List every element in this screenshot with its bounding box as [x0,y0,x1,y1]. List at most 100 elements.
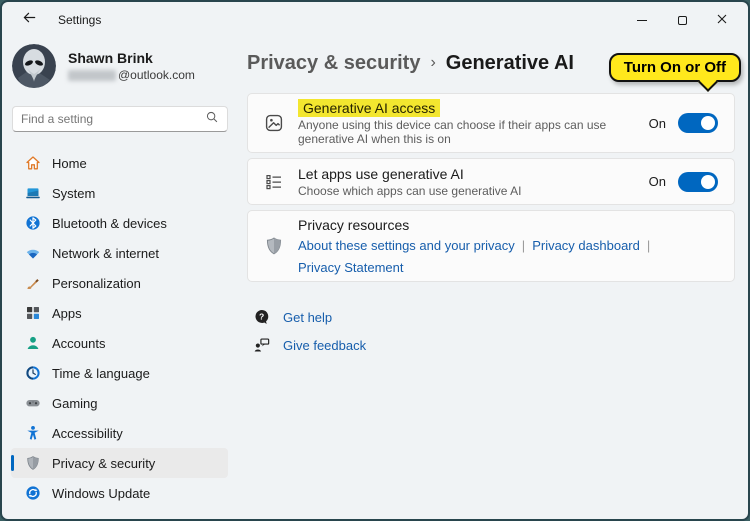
email-redacted-blur [68,70,116,81]
time-language-icon [25,365,41,381]
sidebar-item-windows-update[interactable]: Windows Update [11,478,228,508]
sidebar-nav: Home System Bluetooth & devices [2,148,242,508]
bluetooth-icon [25,215,41,231]
sidebar-item-accessibility[interactable]: Accessibility [11,418,228,448]
sidebar-item-label: Accounts [52,336,105,351]
breadcrumb-parent[interactable]: Privacy & security [247,52,420,75]
sidebar-item-label: System [52,186,95,201]
accounts-icon [25,335,41,351]
system-icon [25,185,41,201]
give-feedback-link[interactable]: Give feedback [253,336,366,354]
link-separator: | [522,238,525,253]
minimize-button[interactable] [622,5,662,35]
email-domain: @outlook.com [118,68,195,82]
maximize-icon [678,16,687,25]
sidebar-item-privacy-security[interactable]: Privacy & security [11,448,228,478]
privacy-security-icon [25,455,41,471]
setting-title: Privacy resources [298,217,718,233]
sidebar-item-apps[interactable]: Apps [11,298,228,328]
back-button[interactable] [14,8,44,32]
sidebar-item-label: Bluetooth & devices [52,216,167,231]
maximize-button[interactable] [662,5,702,35]
titlebar: Settings [2,2,748,38]
sidebar-item-system[interactable]: System [11,178,228,208]
settings-cards: Generative AI access Anyone using this d… [247,93,735,282]
sidebar-item-label: Time & language [52,366,150,381]
sidebar: Shawn Brink @outlook.com [2,38,242,519]
close-button[interactable] [702,5,742,35]
feedback-person-icon [253,336,271,354]
sidebar-item-network-internet[interactable]: Network & internet [11,238,228,268]
gaming-icon [25,395,41,411]
sidebar-item-label: Privacy & security [52,456,155,471]
window-controls [622,5,742,35]
sidebar-item-personalization[interactable]: Personalization [11,268,228,298]
search-input[interactable] [21,112,205,126]
image-sparkle-icon [264,113,284,133]
card-right: On [649,113,718,133]
profile-text: Shawn Brink @outlook.com [68,50,195,82]
privacy-resources-card: Privacy resources About these settings a… [247,210,735,282]
selected-indicator [11,455,14,471]
network-icon [25,245,41,261]
turn-on-off-callout: Turn On or Off [609,53,741,82]
let-apps-use-generative-ai-toggle[interactable] [678,172,718,192]
sidebar-item-accounts[interactable]: Accounts [11,328,228,358]
windows-update-icon [25,485,41,501]
help-bubble-icon: ? [253,308,271,326]
toggle-knob [701,116,715,130]
generative-ai-access-toggle[interactable] [678,113,718,133]
setting-title: Generative AI access [298,100,649,116]
sidebar-item-home[interactable]: Home [11,148,228,178]
close-icon [717,11,727,29]
apps-icon [25,305,41,321]
accessibility-icon [25,425,41,441]
link-separator: | [647,238,650,253]
settings-window: Settings [0,0,750,521]
sidebar-item-label: Network & internet [52,246,159,261]
card-text: Let apps use generative AI Choose which … [298,166,521,198]
search-box[interactable] [12,106,228,132]
svg-text:?: ? [259,312,264,322]
sidebar-item-gaming[interactable]: Gaming [11,388,228,418]
personalization-icon [25,275,41,291]
sidebar-item-label: Windows Update [52,486,150,501]
minimize-icon [637,20,647,21]
toggle-state-label: On [649,116,666,131]
toggle-knob [701,175,715,189]
card-text: Privacy resources About these settings a… [298,217,718,275]
callout-label: Turn On or Off [624,59,726,76]
sidebar-item-label: Apps [52,306,82,321]
profile-email: @outlook.com [68,68,195,82]
sidebar-item-time-language[interactable]: Time & language [11,358,228,388]
highlighted-title: Generative AI access [298,99,440,117]
footer-links: ? Get help Give feedback [247,308,735,354]
search-icon [205,110,219,129]
sidebar-item-label: Gaming [52,396,98,411]
back-arrow-icon [22,10,37,30]
app-body: Shawn Brink @outlook.com [2,38,748,519]
sidebar-item-bluetooth-devices[interactable]: Bluetooth & devices [11,208,228,238]
get-help-label: Get help [283,310,332,325]
user-profile[interactable]: Shawn Brink @outlook.com [12,44,232,88]
setting-description: Choose which apps can use generative AI [298,184,521,198]
sidebar-item-label: Accessibility [52,426,123,441]
link-about-these-settings[interactable]: About these settings and your privacy [298,238,515,253]
sidebar-item-label: Home [52,156,87,171]
page-title: Generative AI [446,52,574,75]
link-privacy-dashboard[interactable]: Privacy dashboard [532,238,640,253]
card-right: On [649,172,718,192]
main-content: Privacy & security › Generative AI Turn … [242,38,748,519]
setting-description: Anyone using this device can choose if t… [298,118,649,146]
shield-icon [264,236,284,256]
get-help-link[interactable]: ? Get help [253,308,332,326]
setting-title: Let apps use generative AI [298,166,521,182]
privacy-links: About these settings and your privacy | … [298,238,718,275]
generative-ai-access-card: Generative AI access Anyone using this d… [247,93,735,153]
let-apps-use-generative-ai-card[interactable]: Let apps use generative AI Choose which … [247,158,735,205]
give-feedback-label: Give feedback [283,338,366,353]
link-privacy-statement[interactable]: Privacy Statement [298,260,404,275]
avatar [12,44,56,88]
sidebar-item-label: Personalization [52,276,141,291]
toggle-state-label: On [649,174,666,189]
